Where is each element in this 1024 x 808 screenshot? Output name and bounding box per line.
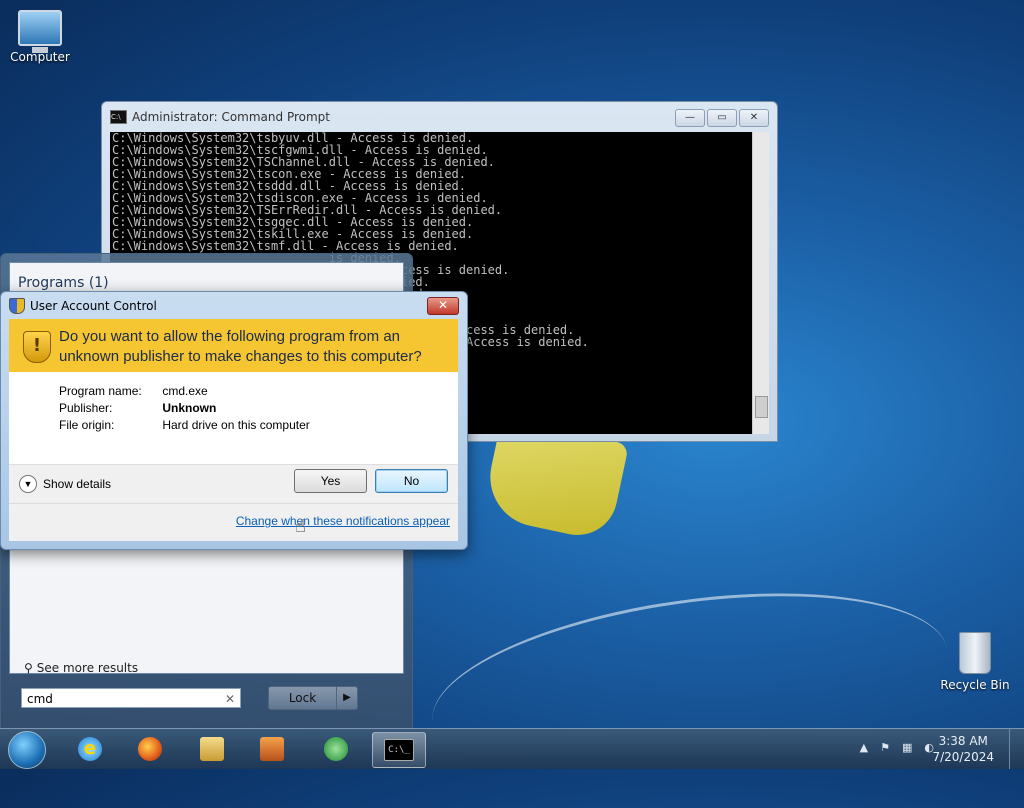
chevron-down-icon: ▼ — [19, 475, 37, 493]
taskbar-explorer[interactable] — [186, 732, 238, 766]
internet-explorer-icon: e — [78, 737, 102, 761]
cmd-scrollbar[interactable] — [752, 132, 769, 434]
uac-warning-banner: ! Do you want to allow the following pro… — [9, 319, 458, 372]
uac-close-button[interactable]: ✕ — [427, 297, 459, 315]
shutdown-options-arrow-icon[interactable]: ▶ — [336, 687, 357, 709]
start-button[interactable] — [8, 731, 46, 769]
media-player-icon — [324, 737, 348, 761]
search-input[interactable]: cmd ✕ — [21, 688, 241, 708]
info-key: File origin: — [59, 418, 115, 432]
clock[interactable]: 3:38 AM 7/20/2024 — [932, 733, 994, 765]
search-value: cmd — [27, 692, 53, 706]
cmd-app-icon: C:\ — [110, 110, 127, 124]
taskbar: e C:\_ ▲ ⚑ ▦ ◐ 3:38 AM 7/20/2024 — [0, 728, 1024, 769]
taskbar-internet-explorer[interactable]: e — [64, 732, 116, 766]
info-key: Program name: — [59, 384, 142, 398]
show-details-toggle[interactable]: ▼ Show details — [19, 475, 111, 493]
uac-titlebar[interactable]: User Account Control — [9, 298, 157, 314]
uac-question: Do you want to allow the following progr… — [59, 328, 422, 365]
yes-button[interactable]: Yes — [294, 469, 367, 493]
show-hidden-icons-icon[interactable]: ▲ — [860, 741, 868, 754]
desktop-icon-label: Recycle Bin — [940, 678, 1010, 692]
taskbar-firefox[interactable] — [124, 732, 176, 766]
action-center-flag-icon[interactable]: ⚑ — [880, 741, 890, 754]
firefox-icon — [138, 737, 162, 761]
cmd-title-text: Administrator: Command Prompt — [132, 110, 330, 124]
cmd-icon: C:\_ — [384, 739, 414, 761]
uac-dialog[interactable]: User Account Control ✕ ! Do you want to … — [0, 291, 468, 550]
show-details-label: Show details — [43, 477, 112, 491]
cmd-caption-buttons: — ▭ ✕ — [675, 109, 769, 127]
show-desktop-button[interactable] — [1009, 729, 1024, 769]
cmd-titlebar[interactable]: C:\ Administrator: Command Prompt — [110, 110, 330, 124]
lock-label: Lock — [288, 691, 317, 705]
change-notifications-link[interactable]: Change when these notifications appear — [236, 514, 450, 528]
uac-program-info: Program name: cmd.exe Publisher: Unknown… — [9, 372, 458, 464]
clock-date: 7/20/2024 — [932, 750, 994, 764]
scrollbar-thumb[interactable] — [755, 396, 768, 418]
info-row-publisher: Publisher: Unknown — [59, 401, 216, 415]
desktop-icon-computer[interactable]: Computer — [2, 10, 78, 64]
minimize-button[interactable]: — — [675, 109, 705, 127]
info-key: Publisher: — [59, 401, 113, 415]
see-more-label: See more results — [36, 661, 139, 675]
see-more-results-link[interactable]: ⚲ See more results — [24, 661, 138, 675]
uac-shield-icon — [9, 298, 25, 314]
system-tray: ▲ ⚑ ▦ ◐ — [860, 741, 934, 754]
programs-header: Programs (1) — [18, 275, 109, 291]
clock-time: 3:38 AM — [938, 734, 988, 748]
maximize-button[interactable]: ▭ — [707, 109, 737, 127]
info-row-file-origin: File origin: Hard drive on this computer — [59, 418, 310, 432]
uac-title: User Account Control — [30, 299, 157, 313]
divider — [9, 503, 458, 504]
info-value: Unknown — [162, 401, 217, 415]
network-icon[interactable]: ▦ — [902, 741, 912, 754]
no-button[interactable]: No — [375, 469, 448, 493]
info-value: cmd.exe — [162, 384, 208, 398]
search-icon: ⚲ — [24, 661, 33, 675]
taskbar-media-player[interactable] — [310, 732, 362, 766]
hand-cursor-icon: ☝ — [295, 516, 306, 537]
close-button[interactable]: ✕ — [739, 109, 769, 127]
computer-icon — [18, 10, 62, 53]
desktop-icon-recycle-bin[interactable]: Recycle Bin — [937, 632, 1013, 692]
folder-icon — [200, 737, 224, 761]
uac-actions-area: ▼ Show details Yes No Change when these … — [9, 464, 458, 541]
taskbar-media-center[interactable] — [246, 732, 298, 766]
lock-button[interactable]: Lock ▶ — [268, 686, 358, 710]
info-row-program-name: Program name: cmd.exe — [59, 384, 208, 398]
clear-search-icon[interactable]: ✕ — [225, 689, 235, 709]
wallpaper-streak — [420, 564, 960, 808]
taskbar-command-prompt[interactable]: C:\_ — [372, 732, 426, 768]
media-icon — [260, 737, 284, 761]
recycle-bin-icon — [959, 632, 991, 674]
warning-shield-icon: ! — [23, 331, 51, 363]
info-value: Hard drive on this computer — [162, 418, 310, 432]
